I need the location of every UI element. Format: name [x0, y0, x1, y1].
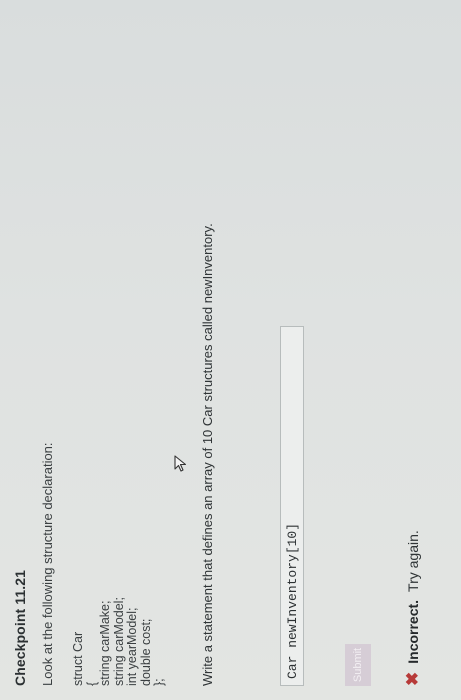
code-line: { [84, 681, 99, 686]
prompt-text: Look at the following structure declarat… [40, 442, 55, 686]
feedback-detail: Try again. [404, 530, 421, 592]
mouse-pointer-icon [174, 455, 187, 472]
code-line: string carModel; [111, 597, 126, 686]
code-line: }; [152, 678, 166, 686]
code-line: int yearModel; [125, 607, 139, 686]
page-title: Checkpoint 11.21 [12, 570, 28, 686]
code-block: struct Car { string carMake; string carM… [71, 597, 167, 686]
x-icon: ✖ [403, 671, 422, 686]
feedback-status: Incorrect. [404, 599, 421, 664]
feedback-message: ✖ Incorrect. Try again. [403, 530, 422, 686]
code-line: string carMake; [98, 600, 112, 686]
code-line: struct Car [71, 631, 85, 686]
checkpoint-page: Checkpoint 11.21 Look at the following s… [0, 0, 461, 700]
submit-button[interactable]: Submit [345, 644, 371, 686]
code-line: double cost; [138, 618, 153, 686]
question-text: Write a statement that defines an array … [200, 223, 215, 686]
answer-input[interactable] [280, 326, 304, 686]
